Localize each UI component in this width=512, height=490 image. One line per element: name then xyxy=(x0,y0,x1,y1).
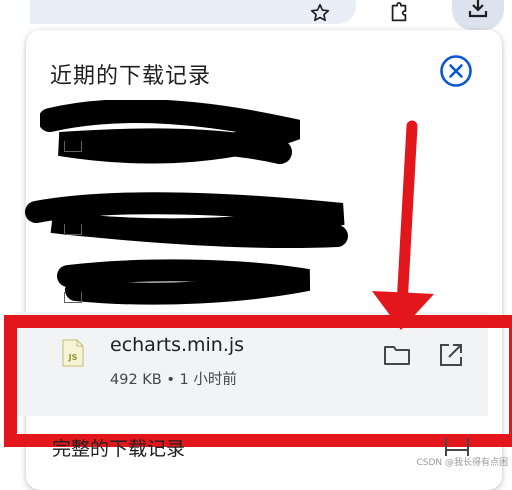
partial-file-icon xyxy=(64,292,82,303)
star-icon[interactable] xyxy=(303,0,337,26)
svg-text:JS: JS xyxy=(68,353,78,362)
watermark: CSDN @我长得有点困 xyxy=(416,458,508,468)
show-in-folder-button[interactable] xyxy=(382,340,412,370)
redacted-item-3 xyxy=(57,259,311,305)
js-file-icon: JS xyxy=(62,339,84,367)
full-history-link[interactable]: 完整的下载记录 xyxy=(52,434,185,461)
download-item-row[interactable]: JS echarts.min.js 492 KB • 1 小时前 xyxy=(14,312,488,416)
download-button[interactable] xyxy=(452,0,504,30)
close-button[interactable] xyxy=(439,54,473,88)
open-external-icon xyxy=(440,344,462,366)
file-name[interactable]: echarts.min.js xyxy=(110,334,244,356)
partial-file-icon xyxy=(64,141,82,152)
file-meta: 492 KB • 1 小时前 xyxy=(110,372,237,388)
browser-toolbar xyxy=(0,0,512,30)
download-icon xyxy=(465,0,491,24)
folder-icon xyxy=(384,346,410,365)
partial-file-icon xyxy=(64,224,82,235)
extension-icon[interactable] xyxy=(382,0,416,26)
panel-title: 近期的下载记录 xyxy=(50,64,212,89)
external-link-icon[interactable] xyxy=(444,436,470,456)
redacted-item-1 xyxy=(40,100,300,164)
open-file-button[interactable] xyxy=(436,340,466,370)
close-icon xyxy=(440,55,472,87)
